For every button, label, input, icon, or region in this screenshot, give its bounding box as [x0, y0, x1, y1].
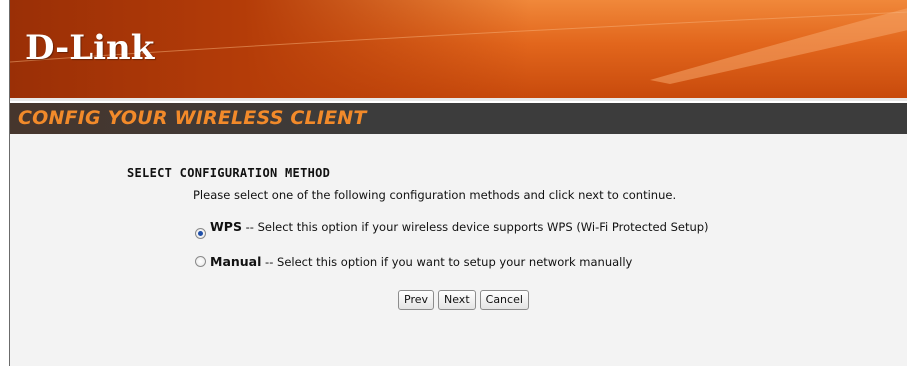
option-manual[interactable]: Manual -- Select this option if you want… — [195, 255, 632, 269]
dlink-logo: D-Link — [25, 28, 155, 68]
header-banner: D-Link — [10, 0, 907, 98]
page-frame: D-Link CONFIG YOUR WIRELESS CLIENT SELEC… — [9, 0, 907, 366]
option-manual-label: Manual — [210, 254, 262, 269]
option-wps-description: -- Select this option if your wireless d… — [241, 220, 709, 234]
manual-radio[interactable] — [195, 256, 206, 267]
cancel-button[interactable]: Cancel — [479, 290, 529, 310]
prev-button[interactable]: Prev — [398, 290, 434, 310]
wps-radio[interactable] — [195, 228, 206, 239]
option-manual-description: -- Select this option if you want to set… — [261, 255, 633, 269]
title-bar: CONFIG YOUR WIRELESS CLIENT — [10, 103, 907, 134]
page-title: CONFIG YOUR WIRELESS CLIENT — [18, 107, 367, 129]
next-button[interactable]: Next — [438, 290, 476, 310]
option-wps[interactable]: WPS -- Select this option if your wirele… — [195, 220, 715, 239]
button-row: Prev Next Cancel — [398, 290, 529, 310]
option-wps-text: WPS -- Select this option if your wirele… — [210, 220, 715, 234]
option-wps-label: WPS — [210, 219, 242, 234]
section-title: SELECT CONFIGURATION METHOD — [127, 166, 331, 180]
instruction-text: Please select one of the following confi… — [193, 188, 677, 202]
